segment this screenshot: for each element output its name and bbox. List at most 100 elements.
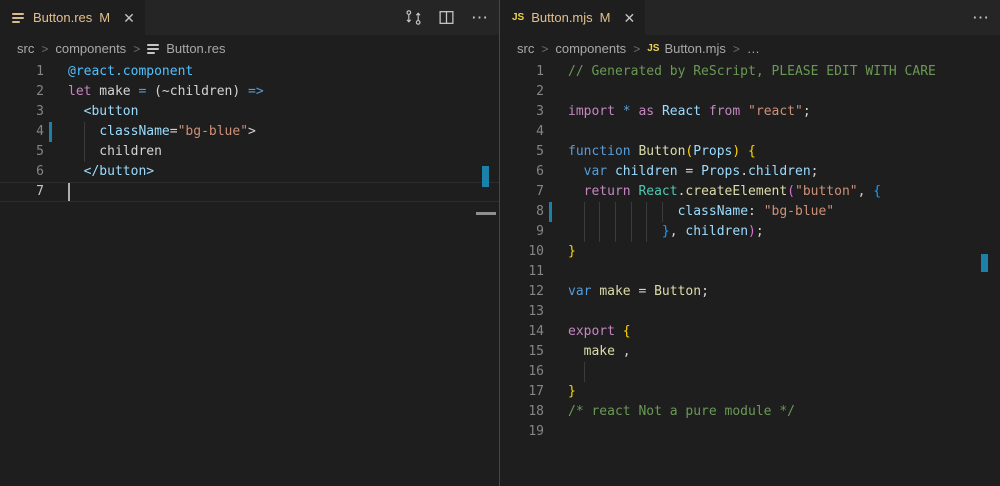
line-number[interactable]: 3 (0, 102, 44, 122)
line-number[interactable]: 16 (500, 362, 544, 382)
code-token: children (685, 224, 748, 239)
code-line[interactable]: 14export { (500, 322, 1000, 342)
line-number[interactable]: 14 (500, 322, 544, 342)
line-number[interactable]: 4 (0, 122, 44, 142)
line-number[interactable]: 15 (500, 342, 544, 362)
code-line-text: // Generated by ReScript, PLEASE EDIT WI… (568, 62, 1000, 82)
line-number[interactable]: 18 (500, 402, 544, 422)
git-gutter-modified (549, 362, 552, 382)
editor-group-left: Button.res M ✕ (0, 0, 500, 486)
code-line[interactable]: 19 (500, 422, 1000, 442)
code-line[interactable]: 7 (0, 182, 499, 202)
split-editor-icon[interactable] (438, 9, 455, 26)
code-line[interactable]: 6 var children = Props.children; (500, 162, 1000, 182)
line-number[interactable]: 1 (0, 62, 44, 82)
code-line[interactable]: 17} (500, 382, 1000, 402)
line-number[interactable]: 11 (500, 262, 544, 282)
tab-label: Button.res (33, 10, 92, 25)
code-line-text: } (568, 382, 1000, 402)
code-line[interactable]: 5 children (0, 142, 499, 162)
code-line-text (568, 302, 1000, 322)
indent-guide (631, 202, 632, 222)
open-changes-icon[interactable] (405, 9, 422, 26)
code-token: </button> (84, 164, 154, 179)
breadcrumb-file-item[interactable]: JSButton.mjs (647, 41, 726, 56)
editor-groups: Button.res M ✕ (0, 0, 1000, 486)
overview-ruler-modified-marker (482, 166, 489, 187)
breadcrumb-file-label: Button.mjs (664, 41, 725, 56)
close-icon[interactable]: ✕ (624, 11, 636, 25)
code-line[interactable]: 10} (500, 242, 1000, 262)
code-line[interactable]: 16 (500, 362, 1000, 382)
more-actions-icon[interactable]: ⋯ (972, 9, 990, 26)
code-line[interactable]: 12var make = Button; (500, 282, 1000, 302)
code-token: ; (803, 104, 811, 119)
line-number[interactable]: 10 (500, 242, 544, 262)
code-line[interactable]: 1@react.component (0, 62, 499, 82)
code-line[interactable]: 3import * as React from "react"; (500, 102, 1000, 122)
code-line[interactable]: 18/* react Not a pure module */ (500, 402, 1000, 422)
code-token: ( (787, 184, 795, 199)
code-line[interactable]: 13 (500, 302, 1000, 322)
line-number[interactable]: 12 (500, 282, 544, 302)
tab-button-mjs[interactable]: JS Button.mjs M ✕ (500, 0, 645, 35)
git-modified-badge: M (600, 10, 611, 25)
code-token: function (568, 144, 631, 159)
code-line[interactable]: 5function Button(Props) { (500, 142, 1000, 162)
line-number[interactable]: 1 (500, 62, 544, 82)
code-token: from (709, 104, 740, 119)
breadcrumb-item[interactable]: src (17, 41, 34, 56)
code-line[interactable]: 1 // Generated by ReScript, PLEASE EDIT W… (500, 62, 1000, 82)
code-editor-left[interactable]: 1@react.component2let make = (~children)… (0, 62, 499, 486)
line-number[interactable]: 4 (500, 122, 544, 142)
line-number[interactable]: 7 (0, 182, 44, 202)
breadcrumb-file-label: Button.res (166, 41, 225, 56)
git-gutter-modified (49, 122, 52, 142)
line-number[interactable]: 9 (500, 222, 544, 242)
breadcrumb-file-item[interactable]: Button.res (147, 41, 225, 56)
line-number[interactable]: 17 (500, 382, 544, 402)
line-number[interactable]: 6 (0, 162, 44, 182)
breadcrumb-item[interactable]: src (517, 41, 534, 56)
line-number[interactable]: 5 (500, 142, 544, 162)
line-number[interactable]: 8 (500, 202, 544, 222)
line-number[interactable]: 3 (500, 102, 544, 122)
code-token: as (638, 104, 654, 119)
line-number[interactable]: 6 (500, 162, 544, 182)
code-line[interactable]: 3 <button (0, 102, 499, 122)
line-number[interactable]: 19 (500, 422, 544, 442)
code-line[interactable]: 8 className: "bg-blue" (500, 202, 1000, 222)
code-line[interactable]: 11 (500, 262, 1000, 282)
breadcrumb-symbol-item[interactable]: … (747, 41, 760, 56)
js-icon: JS (512, 12, 524, 23)
line-number[interactable]: 2 (500, 82, 544, 102)
code-line[interactable]: 4 (500, 122, 1000, 142)
code-line[interactable]: 4 className="bg-blue"> (0, 122, 499, 142)
code-line[interactable]: 2let make = (~children) => (0, 82, 499, 102)
indent-guide (584, 362, 585, 382)
tab-button-res[interactable]: Button.res M ✕ (0, 0, 145, 35)
code-token: var (584, 164, 607, 179)
code-line[interactable]: 15 make , (500, 342, 1000, 362)
code-line[interactable]: 2 (500, 82, 1000, 102)
overview-ruler-cursor-marker (476, 212, 496, 215)
code-token: children (615, 164, 678, 179)
code-editor-right[interactable]: 1 // Generated by ReScript, PLEASE EDIT W… (500, 62, 1000, 486)
line-number[interactable]: 2 (0, 82, 44, 102)
chevron-right-icon: > (733, 42, 740, 56)
code-line-text (568, 362, 1000, 382)
close-icon[interactable]: ✕ (123, 11, 135, 25)
line-number[interactable]: 13 (500, 302, 544, 322)
git-gutter-modified (549, 142, 552, 162)
code-token (654, 104, 662, 119)
code-line[interactable]: 9 }, children); (500, 222, 1000, 242)
line-number[interactable]: 7 (500, 182, 544, 202)
breadcrumb-item[interactable]: components (55, 41, 126, 56)
git-gutter-modified (49, 142, 52, 162)
code-line[interactable]: 7 return React.createElement("button", { (500, 182, 1000, 202)
more-actions-icon[interactable]: ⋯ (471, 9, 489, 26)
line-number[interactable]: 5 (0, 142, 44, 162)
code-line[interactable]: 6 </button> (0, 162, 499, 182)
code-token: make (91, 84, 138, 99)
breadcrumb-item[interactable]: components (555, 41, 626, 56)
